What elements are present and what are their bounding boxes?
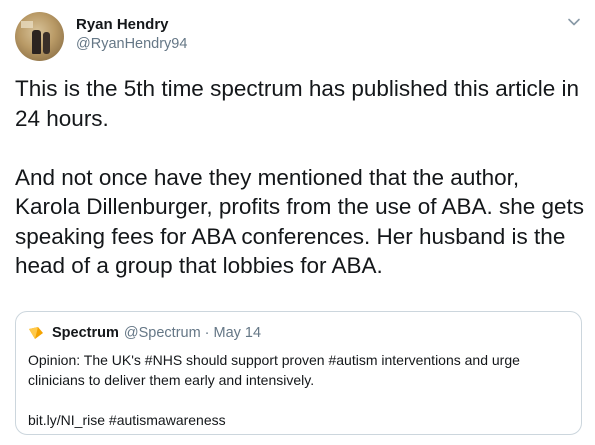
avatar-figure [32, 30, 41, 54]
tweet-text: This is the 5th time spectrum has publis… [15, 76, 585, 278]
quoted-tweet-text: Opinion: The UK's #NHS should support pr… [28, 352, 520, 428]
chevron-down-icon[interactable] [566, 14, 582, 30]
quoted-author-name: Spectrum [52, 325, 119, 341]
spectrum-logo-icon [29, 327, 43, 339]
quoted-tweet-header: Spectrum @Spectrum · May 14 [28, 324, 261, 342]
avatar[interactable] [15, 12, 64, 61]
quoted-tweet-date: May 14 [213, 325, 262, 341]
avatar-sign [21, 21, 33, 28]
avatar-figure [43, 32, 50, 54]
quoted-tweet[interactable]: Spectrum @Spectrum · May 14 Opinion: The… [15, 311, 582, 435]
author-name[interactable]: Ryan Hendry [76, 16, 169, 33]
author-handle[interactable]: @RyanHendry94 [76, 36, 187, 52]
separator-dot: · [204, 325, 210, 341]
quoted-author-handle: @Spectrum [123, 325, 201, 341]
